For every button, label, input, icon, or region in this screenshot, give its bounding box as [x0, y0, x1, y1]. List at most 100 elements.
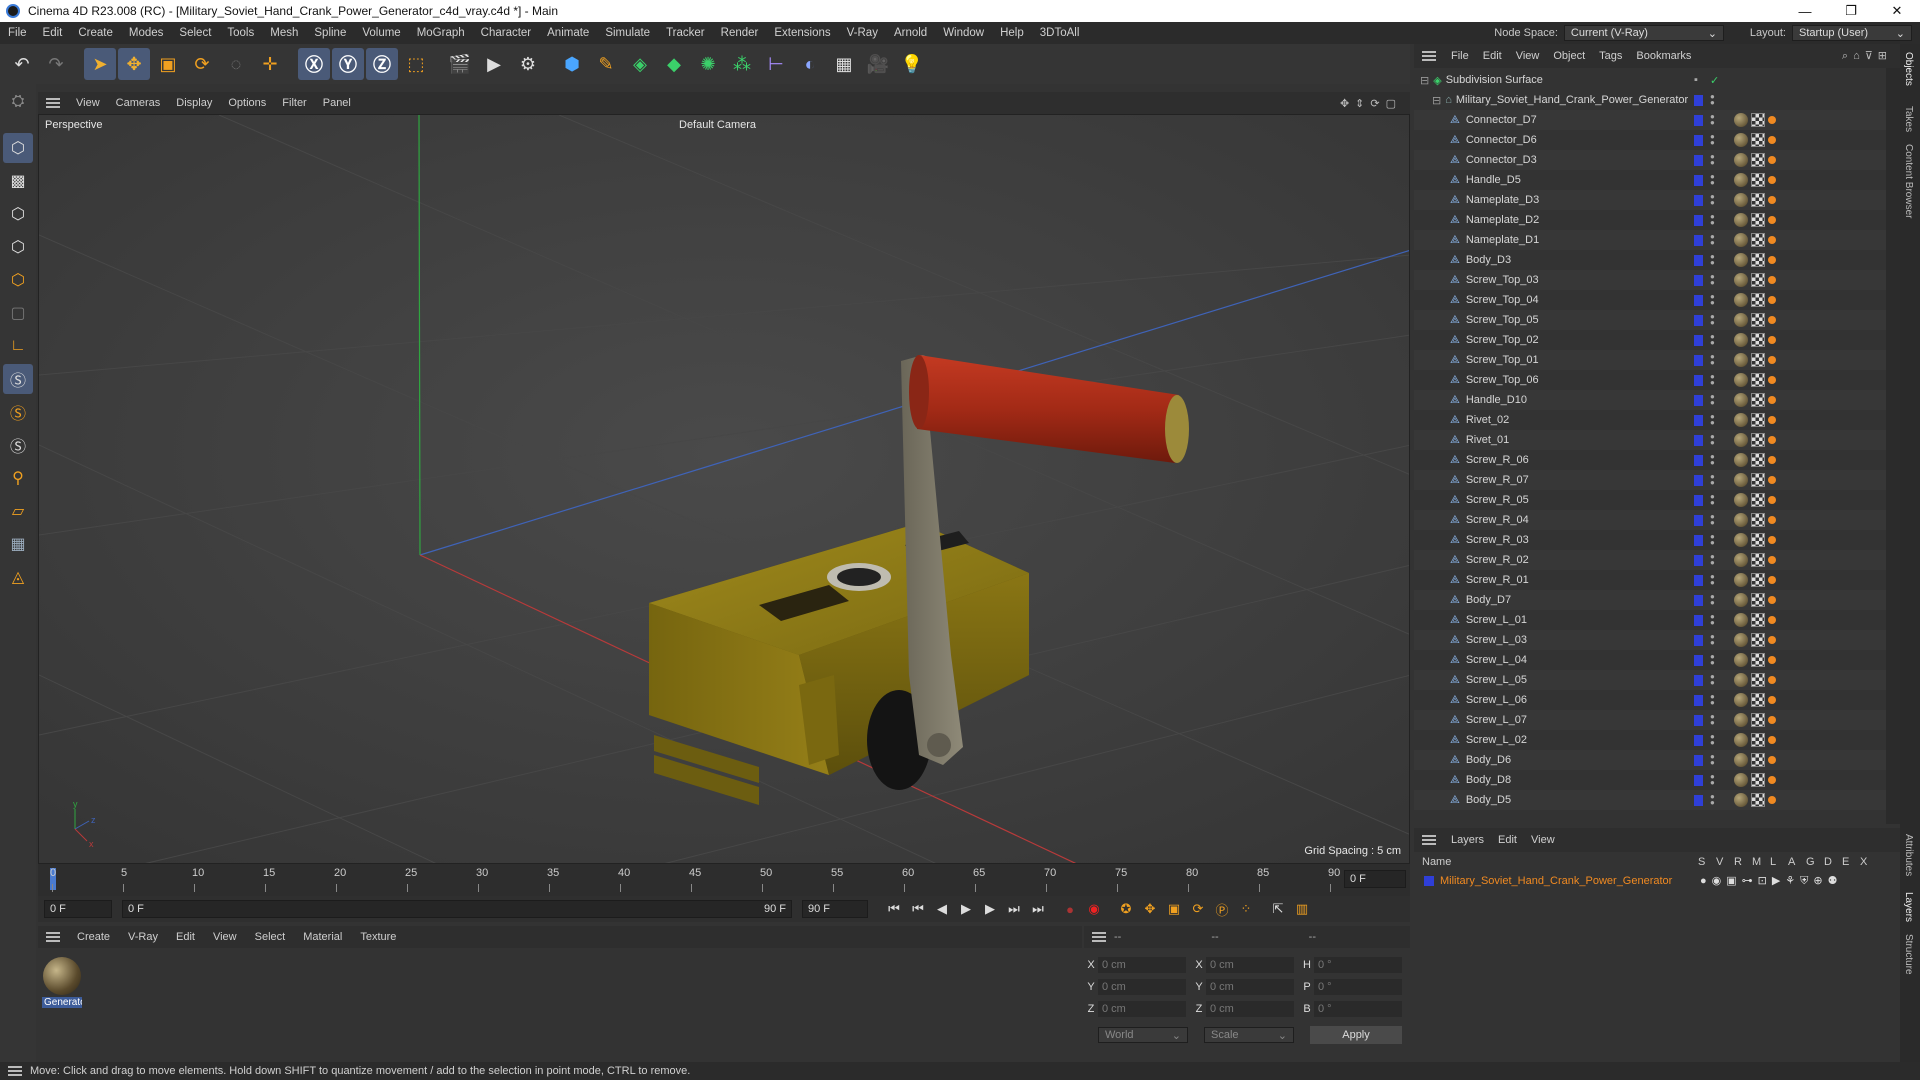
material-menu-vray[interactable]: V-Ray: [119, 931, 167, 943]
object-row[interactable]: ⟁ Screw_Top_05 ● ●: [1414, 310, 1886, 330]
menu-window[interactable]: Window: [935, 27, 992, 39]
material-menu-edit[interactable]: Edit: [167, 931, 204, 943]
object-row[interactable]: ⟁ Screw_Top_04 ● ●: [1414, 290, 1886, 310]
visibility-dots-icon[interactable]: ● ●: [1710, 633, 1715, 647]
layer-row[interactable]: Military_Soviet_Hand_Crank_Power_Generat…: [1414, 872, 1900, 890]
uvw-tag-icon[interactable]: [1751, 293, 1765, 307]
phong-tag-icon[interactable]: [1768, 436, 1776, 444]
obj-menu-edit[interactable]: Edit: [1476, 50, 1509, 62]
object-row[interactable]: ⟁ Screw_R_01 ● ●: [1414, 570, 1886, 590]
material-tag-icon[interactable]: [1734, 133, 1748, 147]
uvw-tag-icon[interactable]: [1751, 373, 1765, 387]
tweak-mode-button[interactable]: ⚲: [3, 463, 33, 493]
menu-simulate[interactable]: Simulate: [597, 27, 658, 39]
recent-tool-button[interactable]: ◌: [220, 48, 252, 80]
tab-objects[interactable]: Objects: [1903, 52, 1914, 86]
make-editable-button[interactable]: ⛭: [3, 87, 33, 117]
object-row[interactable]: ⟁ Screw_Top_01 ● ●: [1414, 350, 1886, 370]
layer-color-swatch[interactable]: [1694, 734, 1703, 746]
position-z-field[interactable]: 0 cm: [1098, 1001, 1186, 1017]
size-y-field[interactable]: 0 cm: [1206, 979, 1294, 995]
material-tag-icon[interactable]: [1734, 213, 1748, 227]
minimize-button[interactable]: —: [1782, 0, 1828, 22]
phong-tag-icon[interactable]: [1768, 676, 1776, 684]
object-row[interactable]: ⟁ Body_D6 ● ●: [1414, 750, 1886, 770]
phong-tag-icon[interactable]: [1768, 636, 1776, 644]
uvw-tag-icon[interactable]: [1751, 433, 1765, 447]
obj-menu-file[interactable]: File: [1444, 50, 1476, 62]
position-x-field[interactable]: 0 cm: [1098, 957, 1186, 973]
auto-key-button[interactable]: ◉: [1082, 898, 1106, 920]
visibility-dots-icon[interactable]: ● ●: [1710, 393, 1715, 407]
visibility-toggle-icon[interactable]: ▪: [1694, 74, 1698, 86]
render-settings-button[interactable]: ⚙: [512, 48, 544, 80]
visibility-dots-icon[interactable]: ● ●: [1710, 153, 1715, 167]
next-frame-button[interactable]: ▶: [978, 898, 1002, 920]
snap-button[interactable]: Ⓢ: [3, 364, 33, 394]
uvw-tag-icon[interactable]: [1751, 393, 1765, 407]
visibility-dots-icon[interactable]: ● ●: [1710, 293, 1715, 307]
phong-tag-icon[interactable]: [1768, 136, 1776, 144]
visibility-dots-icon[interactable]: ● ●: [1710, 453, 1715, 467]
layer-color-swatch[interactable]: [1694, 594, 1703, 606]
phong-tag-icon[interactable]: [1768, 596, 1776, 604]
object-row[interactable]: ⟁ Body_D8 ● ●: [1414, 770, 1886, 790]
size-z-field[interactable]: 0 cm: [1206, 1001, 1294, 1017]
object-row[interactable]: ⟁ Screw_R_07 ● ●: [1414, 470, 1886, 490]
visibility-dots-icon[interactable]: ● ●: [1710, 313, 1715, 327]
phong-tag-icon[interactable]: [1768, 696, 1776, 704]
coordinate-mode-dropdown[interactable]: World ⌄: [1098, 1027, 1188, 1043]
visibility-dots-icon[interactable]: ● ●: [1710, 413, 1715, 427]
viewport-menu-view[interactable]: View: [68, 97, 108, 109]
uvw-tag-icon[interactable]: [1751, 613, 1765, 627]
enabled-check-icon[interactable]: ✓: [1710, 74, 1719, 87]
visibility-dots-icon[interactable]: ● ●: [1710, 173, 1715, 187]
phong-tag-icon[interactable]: [1768, 576, 1776, 584]
object-row[interactable]: ⟁ Screw_R_02 ● ●: [1414, 550, 1886, 570]
viewport-menu-cameras[interactable]: Cameras: [108, 97, 169, 109]
layer-color-swatch[interactable]: [1694, 794, 1703, 806]
object-row-group[interactable]: ⊟ ⌂ Military_Soviet_Hand_Crank_Power_Gen…: [1414, 90, 1886, 110]
extrude-button[interactable]: ◆: [658, 48, 690, 80]
phong-tag-icon[interactable]: [1768, 176, 1776, 184]
material-tag-icon[interactable]: [1734, 173, 1748, 187]
visibility-dots-icon[interactable]: ● ●: [1710, 513, 1715, 527]
material-tag-icon[interactable]: [1734, 633, 1748, 647]
visibility-dots-icon[interactable]: ● ●: [1710, 553, 1715, 567]
material-tag-icon[interactable]: [1734, 233, 1748, 247]
uvw-tag-icon[interactable]: [1751, 193, 1765, 207]
uvw-tag-icon[interactable]: [1751, 793, 1765, 807]
deformer-button[interactable]: ⊢: [760, 48, 792, 80]
layer-color-swatch[interactable]: [1694, 574, 1703, 586]
hamburger-icon[interactable]: [46, 98, 60, 108]
menu-spline[interactable]: Spline: [306, 27, 354, 39]
coordinate-system-button[interactable]: ⬚: [400, 48, 432, 80]
undo-button[interactable]: ↶: [6, 48, 38, 80]
transform-tool-button[interactable]: ✛: [254, 48, 286, 80]
phong-tag-icon[interactable]: [1768, 116, 1776, 124]
visibility-dots-icon[interactable]: ● ●: [1710, 493, 1715, 507]
edge-mode-button[interactable]: ⬡: [3, 232, 33, 262]
layer-color-swatch[interactable]: [1694, 174, 1703, 186]
uvw-tag-icon[interactable]: [1751, 713, 1765, 727]
object-row[interactable]: ⟁ Screw_L_01 ● ●: [1414, 610, 1886, 630]
object-row[interactable]: ⟁ Nameplate_D1 ● ●: [1414, 230, 1886, 250]
phong-tag-icon[interactable]: [1768, 516, 1776, 524]
timeline-button[interactable]: ▥: [1290, 898, 1314, 920]
layer-color-swatch[interactable]: [1694, 334, 1703, 346]
visibility-dots-icon[interactable]: ● ●: [1710, 573, 1715, 587]
layer-menu-edit[interactable]: Edit: [1491, 834, 1524, 846]
menu-create[interactable]: Create: [70, 27, 121, 39]
light-button[interactable]: 💡: [896, 48, 928, 80]
object-row[interactable]: ⟁ Screw_L_05 ● ●: [1414, 670, 1886, 690]
material-tag-icon[interactable]: [1734, 773, 1748, 787]
visibility-dots-icon[interactable]: ● ●: [1710, 773, 1715, 787]
phong-tag-icon[interactable]: [1768, 296, 1776, 304]
material-tag-icon[interactable]: [1734, 393, 1748, 407]
viewport-camera-label[interactable]: Default Camera: [679, 119, 756, 131]
layer-name[interactable]: Military_Soviet_Hand_Crank_Power_Generat…: [1440, 875, 1700, 887]
cube-object-button[interactable]: ⬢: [556, 48, 588, 80]
object-row[interactable]: ⟁ Screw_L_02 ● ●: [1414, 730, 1886, 750]
uvw-tag-icon[interactable]: [1751, 313, 1765, 327]
visibility-dots-icon[interactable]: ● ●: [1710, 673, 1715, 687]
